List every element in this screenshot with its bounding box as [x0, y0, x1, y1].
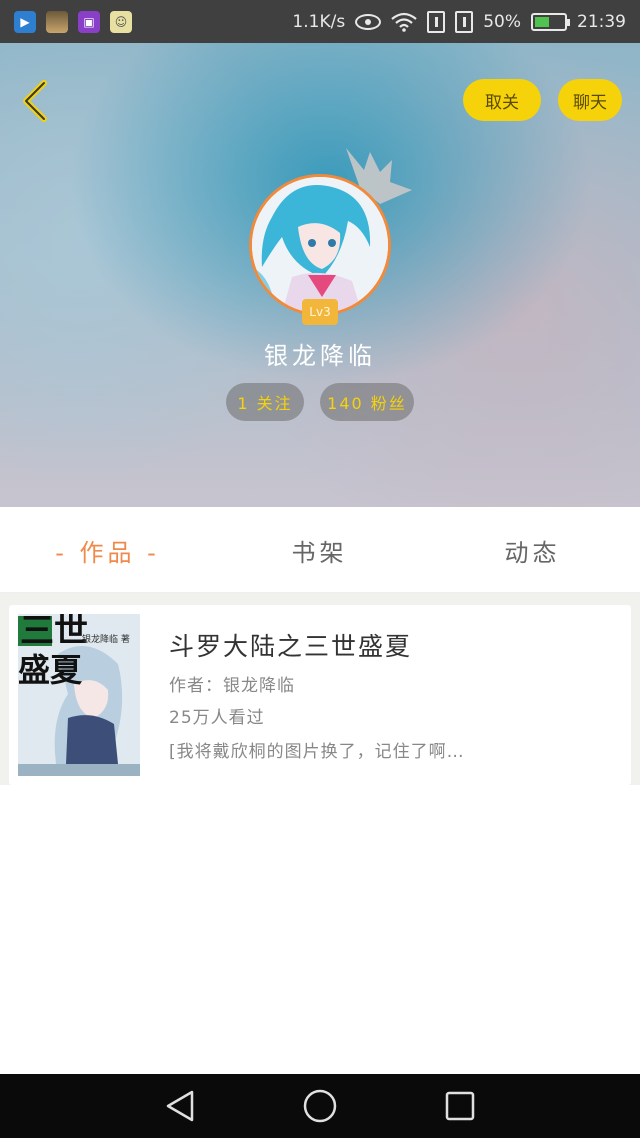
cover-title-line2: 盛夏 — [18, 651, 83, 689]
photo-app-icon — [46, 10, 68, 33]
status-bar: ▶ ▣ ☺ 1.1K/s 50% 21:39 — [0, 0, 640, 43]
book-author: 作者：银龙降临 — [169, 676, 295, 696]
eye-icon — [355, 13, 382, 30]
book-description: [我将戴欣桐的图片换了，记住了啊… — [169, 742, 465, 762]
nav-back-button[interactable] — [160, 1086, 200, 1126]
nav-home-button[interactable] — [300, 1086, 340, 1126]
back-button[interactable] — [16, 79, 56, 123]
battery-icon — [531, 12, 570, 31]
triangle-back-icon — [166, 1090, 194, 1122]
book-cover: 三世 盛夏 银龙降临 著 — [18, 614, 140, 776]
unfollow-button[interactable]: 取关 — [463, 79, 541, 121]
clock: 21:39 — [577, 11, 626, 32]
avatar-image — [252, 177, 388, 313]
circle-home-icon — [303, 1089, 337, 1123]
sim2-icon — [455, 10, 474, 33]
tab-bookshelf[interactable]: 书架 — [232, 507, 407, 593]
chat-button[interactable]: 聊天 — [558, 79, 622, 121]
profile-tabs: - 作品 - 书架 动态 — [0, 507, 640, 593]
nav-recents-button[interactable] — [440, 1086, 480, 1126]
username: 银龙降临 — [264, 342, 376, 370]
list-item[interactable]: 三世 盛夏 银龙降临 著 斗罗大陆之三世盛夏 作者：银龙降临 25万人看过 [我… — [9, 605, 631, 785]
sim1-icon — [427, 10, 446, 33]
video-app-icon: ▶ — [14, 10, 36, 33]
book-title: 斗罗大陆之三世盛夏 — [169, 632, 413, 661]
fans-count-button[interactable]: 140 粉丝 — [320, 383, 414, 421]
chevron-left-icon — [23, 80, 47, 122]
system-nav-bar — [0, 1074, 640, 1138]
tab-activity[interactable]: 动态 — [445, 507, 620, 593]
cover-title-line1: 三世 — [20, 614, 88, 651]
wifi-icon — [391, 12, 417, 32]
network-speed: 1.1K/s — [292, 11, 346, 32]
square-recents-icon — [445, 1091, 475, 1121]
tab-works[interactable]: - 作品 - — [20, 507, 195, 593]
gallery-app-icon: ▣ — [78, 10, 100, 33]
battery-percent: 50% — [483, 11, 521, 32]
following-count-button[interactable]: 1 关注 — [226, 383, 304, 421]
book-views: 25万人看过 — [169, 708, 265, 728]
chat-app-icon: ☺ — [110, 10, 132, 33]
avatar[interactable] — [249, 174, 391, 316]
level-badge: Lv3 — [302, 299, 338, 325]
cover-author: 银龙降临 著 — [82, 635, 130, 645]
profile-header: 取关 聊天 Lv3 银龙降临 1 关注 140 粉丝 — [0, 43, 640, 507]
